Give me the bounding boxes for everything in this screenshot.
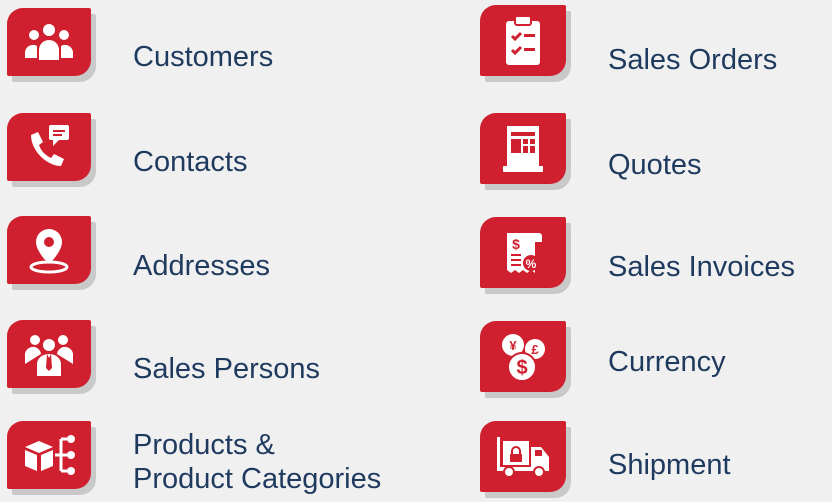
receipt-printer-icon — [480, 113, 566, 184]
currency-coins-icon: ¥ £ $ — [480, 321, 566, 392]
sales-orders-label: Sales Orders — [608, 44, 778, 76]
invoice-percent-icon: $ % — [480, 217, 566, 288]
svg-text:$: $ — [516, 357, 527, 379]
clipboard-checklist-icon — [480, 5, 566, 76]
svg-text:$: $ — [512, 236, 520, 252]
customers-label: Customers — [133, 41, 274, 73]
svg-text:%: % — [526, 257, 537, 271]
products-label-line2: Product Categories — [133, 463, 382, 495]
sales-team-icon — [7, 320, 91, 388]
location-pin-icon — [7, 216, 91, 284]
addresses-label: Addresses — [133, 250, 271, 282]
people-group-icon — [7, 8, 91, 76]
product-hierarchy-icon — [7, 421, 91, 489]
shipment-label: Shipment — [608, 449, 731, 481]
svg-text:¥: ¥ — [509, 338, 517, 353]
sales-invoices-label: Sales Invoices — [608, 251, 795, 283]
delivery-truck-icon — [480, 421, 566, 492]
contacts-label: Contacts — [133, 146, 248, 178]
phone-message-icon — [7, 113, 91, 181]
currency-label: Currency — [608, 346, 726, 378]
quotes-label: Quotes — [608, 149, 702, 181]
products-label-line1: Products & — [133, 429, 275, 461]
svg-text:£: £ — [531, 342, 539, 357]
sales-persons-label: Sales Persons — [133, 353, 320, 385]
